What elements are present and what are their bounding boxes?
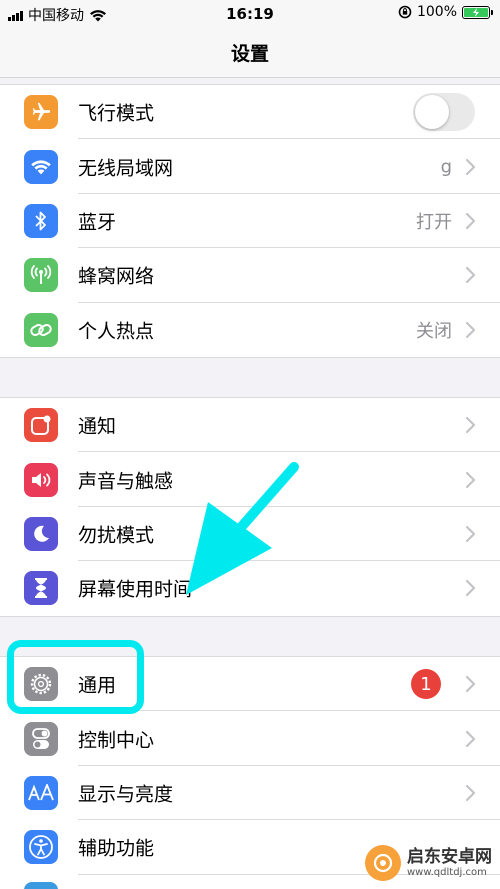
- row-value: g: [440, 156, 452, 178]
- row-label: 蜂窝网络: [78, 265, 155, 288]
- settings-row-control-center[interactable]: 控制中心: [0, 711, 500, 766]
- chevron-right-icon: [465, 580, 476, 597]
- connectivity-group: 飞行模式 无线局域网 g 蓝牙 打开 蜂窝网络 个人热点 关闭: [0, 84, 500, 358]
- notifications-group: 通知 声音与触感 勿扰模式 屏幕使用时间: [0, 397, 500, 617]
- bluetooth-icon: [24, 203, 58, 238]
- chevron-right-icon: [465, 525, 476, 543]
- row-label: 声音与触感: [78, 470, 174, 493]
- row-label: 显示与亮度: [78, 783, 174, 806]
- settings-row-screen-time[interactable]: 屏幕使用时间: [0, 561, 500, 615]
- chevron-right-icon: [465, 676, 476, 693]
- row-value: 打开: [416, 211, 452, 233]
- chevron-right-icon: [465, 212, 476, 230]
- row-label: 辅助功能: [78, 837, 155, 860]
- notification-icon: [24, 408, 58, 443]
- chevron-right-icon: [465, 267, 476, 284]
- row-value: 关闭: [416, 320, 452, 342]
- row-label: 飞行模式: [78, 102, 155, 125]
- chevron-right-icon: [465, 730, 476, 747]
- airplane-icon: [24, 95, 58, 130]
- settings-row-bluetooth[interactable]: 蓝牙 打开: [0, 194, 500, 249]
- battery-icon: [462, 5, 493, 19]
- chevron-right-icon: [465, 158, 476, 175]
- moon-icon: [24, 516, 58, 551]
- watermark-name: 启东安卓网: [407, 847, 492, 868]
- antenna-icon: [24, 258, 58, 293]
- airplane-mode-toggle[interactable]: [413, 93, 475, 132]
- settings-row-hotspot[interactable]: 个人热点 关闭: [0, 303, 500, 357]
- accessibility-icon: [24, 830, 58, 865]
- row-label: 个人热点: [78, 320, 155, 343]
- settings-row-notifications[interactable]: 通知: [0, 398, 500, 453]
- row-label: 无线局域网: [78, 157, 174, 180]
- settings-row-wifi[interactable]: 无线局域网 g: [0, 139, 500, 194]
- chevron-right-icon: [465, 321, 476, 338]
- battery-percent: 100%: [416, 4, 457, 20]
- watermark-logo-icon: [365, 845, 401, 881]
- watermark: 启东安卓网 www.qdltdj.com: [365, 845, 492, 881]
- row-label: 蓝牙: [78, 211, 117, 234]
- chevron-right-icon: [465, 417, 476, 434]
- text-size-icon: [24, 775, 58, 810]
- row-label: 通知: [78, 415, 117, 438]
- status-right: 100%: [398, 4, 493, 20]
- settings-row-do-not-disturb[interactable]: 勿扰模式: [0, 507, 500, 562]
- settings-row-cellular[interactable]: 蜂窝网络: [0, 248, 500, 303]
- page-title: 设置: [230, 43, 269, 65]
- hourglass-icon: [24, 571, 58, 606]
- notification-badge: 1: [411, 669, 441, 700]
- rotation-lock-icon: [398, 5, 412, 19]
- chevron-right-icon: [465, 471, 476, 488]
- switches-icon: [24, 721, 58, 756]
- settings-row-display[interactable]: 显示与亮度: [0, 766, 500, 821]
- status-bar: 中国移动 16:19 100%: [0, 0, 500, 28]
- row-label: 屏幕使用时间: [78, 578, 193, 601]
- watermark-url: www.qdltdj.com: [407, 866, 487, 878]
- settings-row-sounds[interactable]: 声音与触感: [0, 452, 500, 507]
- wallpaper-icon: [24, 881, 58, 889]
- settings-row-airplane-mode[interactable]: 飞行模式: [0, 85, 500, 140]
- navigation-bar: 设置: [0, 28, 500, 78]
- hotspot-icon: [24, 312, 58, 347]
- row-label: 勿扰模式: [78, 524, 155, 547]
- row-label: 控制中心: [78, 729, 155, 752]
- wifi-icon: [24, 149, 58, 184]
- speaker-icon: [24, 462, 58, 497]
- chevron-right-icon: [465, 784, 476, 802]
- highlight-box: [7, 640, 144, 714]
